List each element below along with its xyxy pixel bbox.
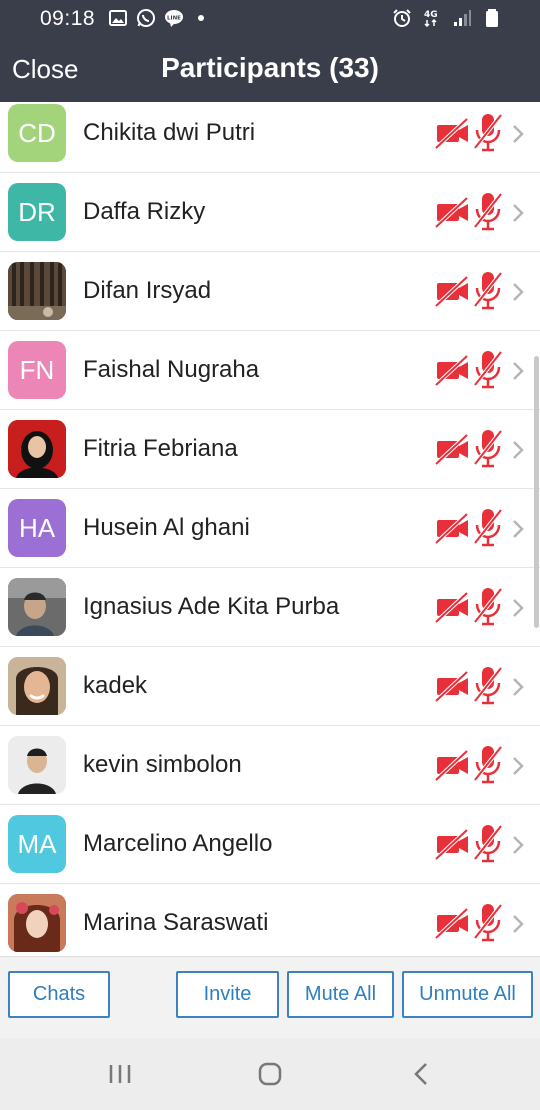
participant-name: Ignasius Ade Kita Purba <box>83 593 340 620</box>
participant-name: Marina Saraswati <box>83 909 269 936</box>
chevron-right-icon[interactable] <box>510 201 526 225</box>
chevron-right-icon[interactable] <box>510 438 526 462</box>
participant-row[interactable]: Marina Saraswati <box>0 884 540 956</box>
invite-button[interactable]: Invite <box>176 971 279 1018</box>
title-bar: Participants (33) Close <box>0 38 540 102</box>
participant-row[interactable]: CD Chikita dwi Putri <box>0 102 540 173</box>
alarm-icon <box>393 9 411 27</box>
video-off-icon[interactable] <box>434 432 470 466</box>
video-off-icon[interactable] <box>434 748 470 782</box>
video-off-icon[interactable] <box>434 827 470 861</box>
chevron-right-icon[interactable] <box>510 833 526 857</box>
avatar-photo-icon <box>8 578 66 636</box>
mic-muted-icon[interactable] <box>472 507 504 547</box>
avatar: FN <box>8 341 66 399</box>
avatar <box>8 420 66 478</box>
participant-name: Daffa Rizky <box>83 198 206 225</box>
avatar <box>8 657 66 715</box>
video-off-icon[interactable] <box>434 116 470 150</box>
participant-list[interactable]: CD Chikita dwi Putri DR Daffa Rizky Difan Ir… <box>0 102 540 956</box>
participant-name: kevin simbolon <box>83 751 242 778</box>
mic-muted-icon[interactable] <box>472 902 504 942</box>
mic-muted-icon[interactable] <box>472 744 504 784</box>
scrollbar[interactable] <box>534 356 539 628</box>
participant-row[interactable]: kadek <box>0 647 540 726</box>
chevron-right-icon[interactable] <box>510 122 526 146</box>
participant-name: Faishal Nugraha <box>83 356 260 383</box>
mic-muted-icon[interactable] <box>472 665 504 705</box>
avatar: HA <box>8 499 66 557</box>
chevron-right-icon[interactable] <box>510 359 526 383</box>
signal-icon <box>454 10 471 26</box>
avatar <box>8 262 66 320</box>
home-icon[interactable] <box>256 1060 284 1088</box>
chevron-right-icon[interactable] <box>510 517 526 541</box>
avatar: CD <box>8 104 66 162</box>
chats-button[interactable]: Chats <box>8 971 110 1018</box>
participant-row[interactable]: Difan Irsyad <box>0 252 540 331</box>
network-4g-icon: 4G <box>424 10 438 28</box>
status-time: 09:18 <box>40 7 96 30</box>
video-off-icon[interactable] <box>434 669 470 703</box>
participant-name: Fitria Febriana <box>83 435 238 462</box>
video-off-icon[interactable] <box>434 274 470 308</box>
video-off-icon[interactable] <box>434 511 470 545</box>
mic-muted-icon[interactable] <box>472 428 504 468</box>
page-title: Participants (33) <box>161 52 379 83</box>
status-bar: 09:18 LINE 4G <box>0 0 540 38</box>
participant-row[interactable]: FN Faishal Nugraha <box>0 331 540 410</box>
video-off-icon[interactable] <box>434 590 470 624</box>
avatar-photo-icon <box>8 894 66 952</box>
avatar <box>8 894 66 952</box>
chevron-right-icon[interactable] <box>510 675 526 699</box>
svg-text:4G: 4G <box>424 10 438 20</box>
mic-muted-icon[interactable] <box>472 823 504 863</box>
unmute-all-button[interactable]: Unmute All <box>402 971 533 1018</box>
avatar-photo-icon <box>8 262 66 320</box>
avatar-photo-icon <box>8 736 66 794</box>
svg-text:LINE: LINE <box>167 16 181 22</box>
participant-name: Chikita dwi Putri <box>83 119 256 146</box>
line-app-icon: LINE <box>165 10 183 27</box>
video-off-icon[interactable] <box>434 906 470 940</box>
avatar: DR <box>8 183 66 241</box>
mic-muted-icon[interactable] <box>472 112 504 152</box>
avatar-photo-icon <box>8 657 66 715</box>
participant-row[interactable]: DR Daffa Rizky <box>0 173 540 252</box>
avatar <box>8 736 66 794</box>
chevron-right-icon[interactable] <box>510 912 526 936</box>
avatar <box>8 578 66 636</box>
recent-apps-icon[interactable] <box>106 1060 134 1088</box>
close-button[interactable]: Close <box>12 54 78 85</box>
chevron-right-icon[interactable] <box>510 596 526 620</box>
chevron-right-icon[interactable] <box>510 280 526 304</box>
gallery-icon <box>109 10 127 26</box>
participant-row[interactable]: Ignasius Ade Kita Purba <box>0 568 540 647</box>
bottom-toolbar: Chats Invite Mute All Unmute All <box>0 956 540 1038</box>
participant-name: Husein Al ghani <box>83 514 250 541</box>
mute-all-button[interactable]: Mute All <box>287 971 394 1018</box>
participant-row[interactable]: kevin simbolon <box>0 726 540 805</box>
video-off-icon[interactable] <box>434 353 470 387</box>
mic-muted-icon[interactable] <box>472 270 504 310</box>
system-nav-bar <box>0 1038 540 1110</box>
participant-row[interactable]: Fitria Febriana <box>0 410 540 489</box>
back-icon[interactable] <box>408 1060 436 1088</box>
participant-name: kadek <box>83 672 148 699</box>
mic-muted-icon[interactable] <box>472 586 504 626</box>
participant-name: Difan Irsyad <box>83 277 212 304</box>
participant-row[interactable]: HA Husein Al ghani <box>0 489 540 568</box>
battery-icon <box>486 9 498 27</box>
avatar-photo-icon <box>8 420 66 478</box>
notification-dot <box>198 15 204 21</box>
video-off-icon[interactable] <box>434 195 470 229</box>
participant-name: Marcelino Angello <box>83 830 273 857</box>
whatsapp-icon <box>137 9 155 27</box>
mic-muted-icon[interactable] <box>472 349 504 389</box>
mic-muted-icon[interactable] <box>472 191 504 231</box>
chevron-right-icon[interactable] <box>510 754 526 778</box>
avatar: MA <box>8 815 66 873</box>
participant-row[interactable]: MA Marcelino Angello <box>0 805 540 884</box>
